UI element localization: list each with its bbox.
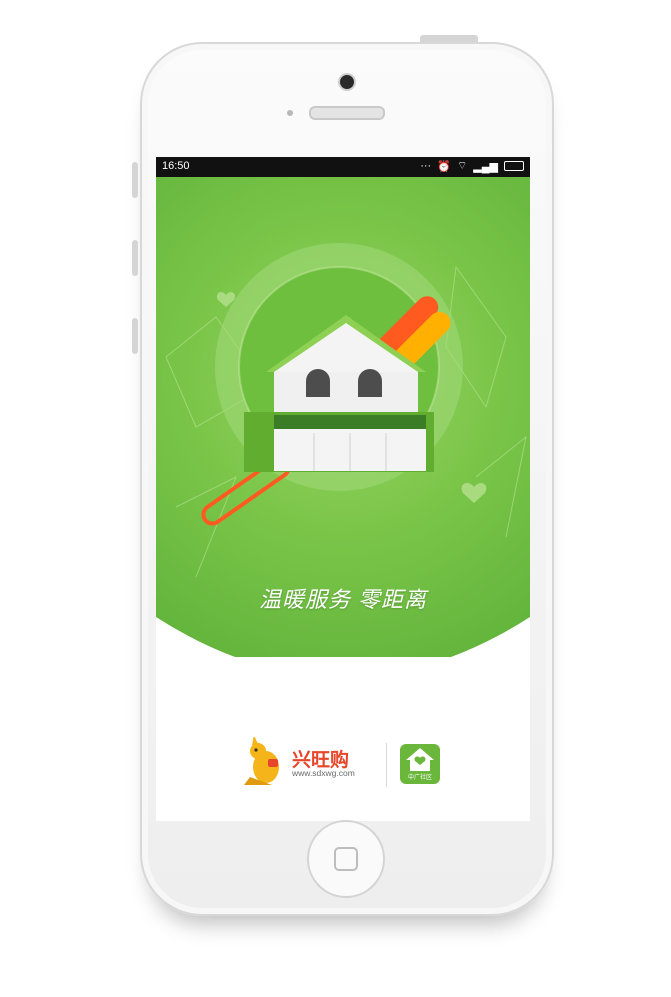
front-camera bbox=[338, 73, 356, 91]
proximity-sensor bbox=[287, 110, 293, 116]
brand-url: www.sdxwg.com bbox=[292, 768, 355, 778]
heart-icon bbox=[461, 482, 487, 503]
status-time: 16:50 bbox=[162, 160, 190, 172]
battery-icon bbox=[504, 161, 524, 171]
splash-slogan: 温暖服务 零距离 bbox=[258, 587, 428, 612]
brand-logo-xingwanggou: 兴旺购 www.sdxwg.com bbox=[242, 735, 382, 793]
brand-caption: 中广社区 bbox=[407, 775, 432, 781]
home-button-icon bbox=[334, 847, 358, 871]
status-bar: 16:50 ··· ⏰ ⌔ ▂▄▆ bbox=[156, 157, 530, 177]
cell-signal-icon: ▂▄▆ bbox=[473, 160, 498, 173]
brand-logo-community: 中广社区 bbox=[400, 744, 440, 784]
power-button bbox=[420, 35, 478, 42]
screen: 16:50 ··· ⏰ ⌔ ▂▄▆ 温暖服务 零距离 兴旺购 www.sdxwg… bbox=[156, 157, 530, 821]
brand-divider bbox=[386, 743, 387, 787]
home-button[interactable] bbox=[307, 820, 385, 898]
bottom-curve bbox=[156, 617, 530, 677]
signal-dots-icon: ··· bbox=[420, 160, 432, 172]
kangaroo-logo-icon bbox=[244, 735, 279, 785]
status-icons: ··· ⏰ ⌔ ▂▄▆ bbox=[420, 159, 524, 173]
splash-background: 温暖服务 零距离 bbox=[156, 177, 530, 677]
alarm-icon: ⏰ bbox=[437, 160, 451, 173]
house-logo-icon bbox=[406, 748, 434, 771]
mute-switch bbox=[132, 162, 138, 198]
wifi-icon: ⌔ bbox=[456, 160, 468, 172]
volume-down-button bbox=[132, 318, 138, 354]
volume-up-button bbox=[132, 240, 138, 276]
earpiece-speaker bbox=[309, 106, 385, 120]
